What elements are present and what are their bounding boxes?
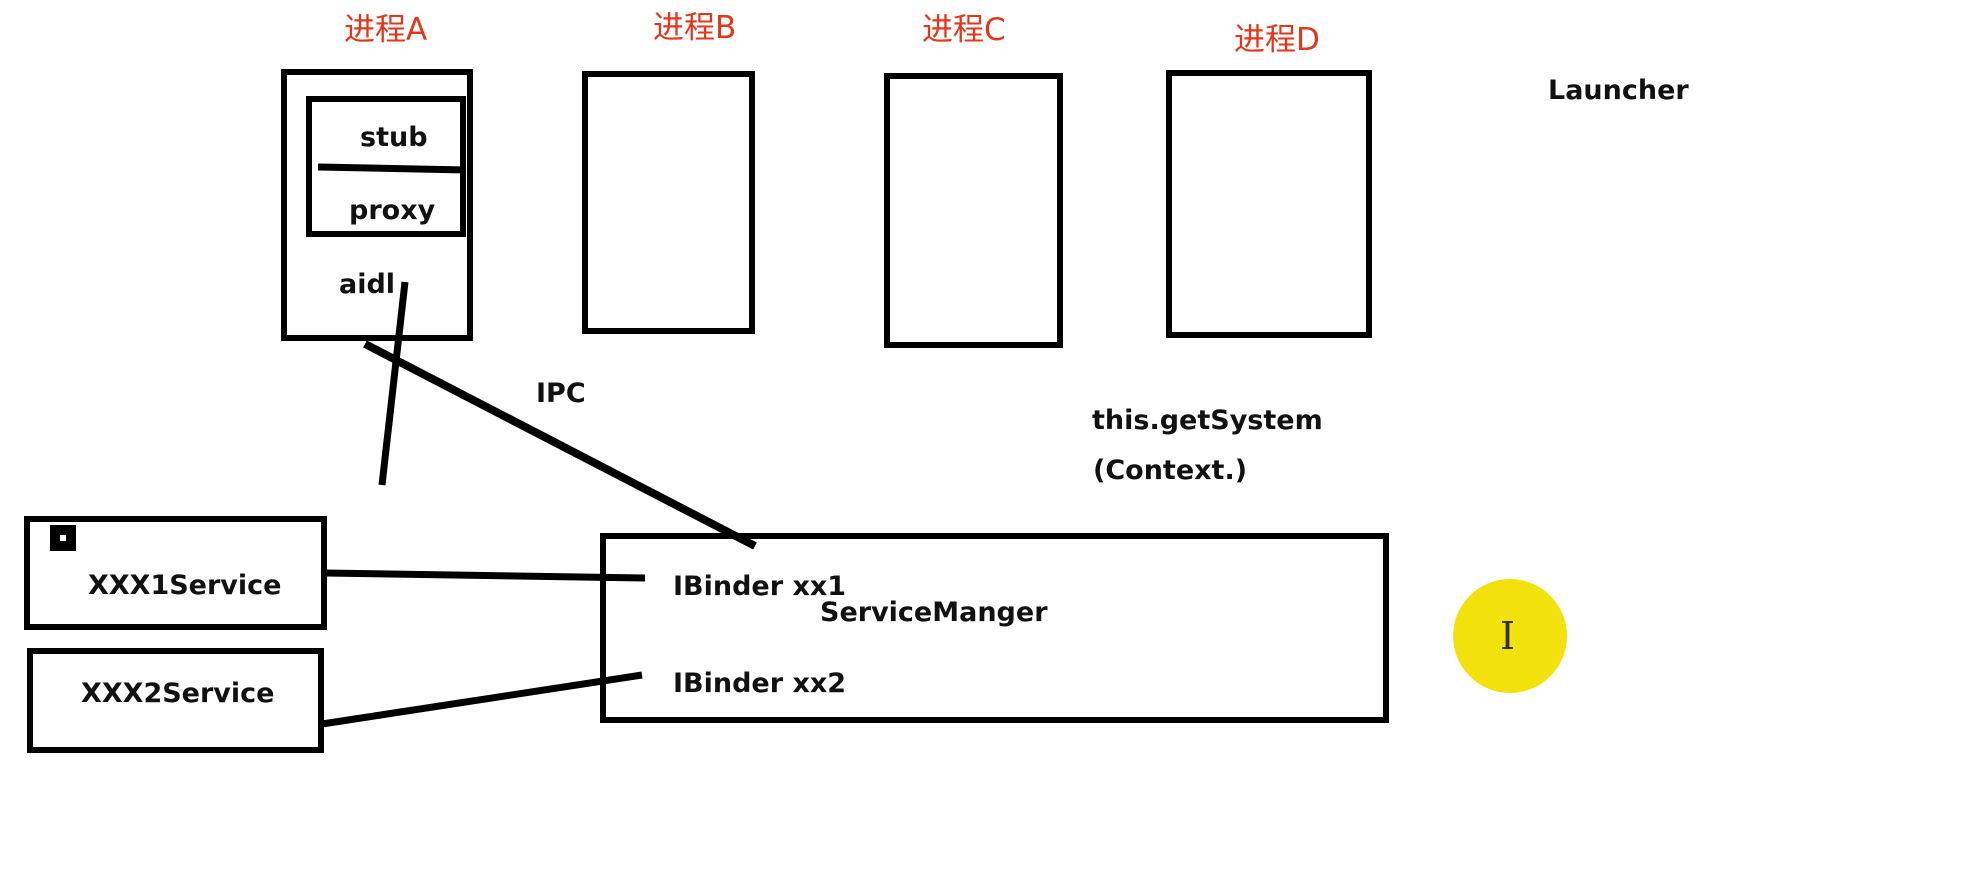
service1-label: XXX1Service (88, 570, 282, 601)
process-c-box (884, 73, 1063, 348)
diagram-canvas: 进程A 进程B 进程C 进程D stub proxy aidl Launcher… (0, 0, 1962, 878)
ipc-label: IPC (536, 378, 586, 409)
service2-label: XXX2Service (81, 678, 275, 709)
stub-label: stub (360, 122, 428, 153)
process-d-box (1166, 70, 1372, 338)
process-b-box (582, 71, 755, 334)
aidl-label: aidl (339, 269, 396, 300)
get-system-line1: this.getSystem (1092, 405, 1323, 436)
service-manager-title: ServiceManger (820, 597, 1048, 628)
small-square-icon (50, 525, 76, 551)
binder2-label: IBinder xx2 (673, 668, 847, 699)
binder1-label: IBinder xx1 (673, 571, 847, 602)
launcher-label: Launcher (1548, 75, 1689, 106)
text-cursor-icon: I (1500, 614, 1516, 658)
proxy-label: proxy (349, 195, 436, 226)
get-system-line2: (Context.) (1093, 455, 1248, 486)
